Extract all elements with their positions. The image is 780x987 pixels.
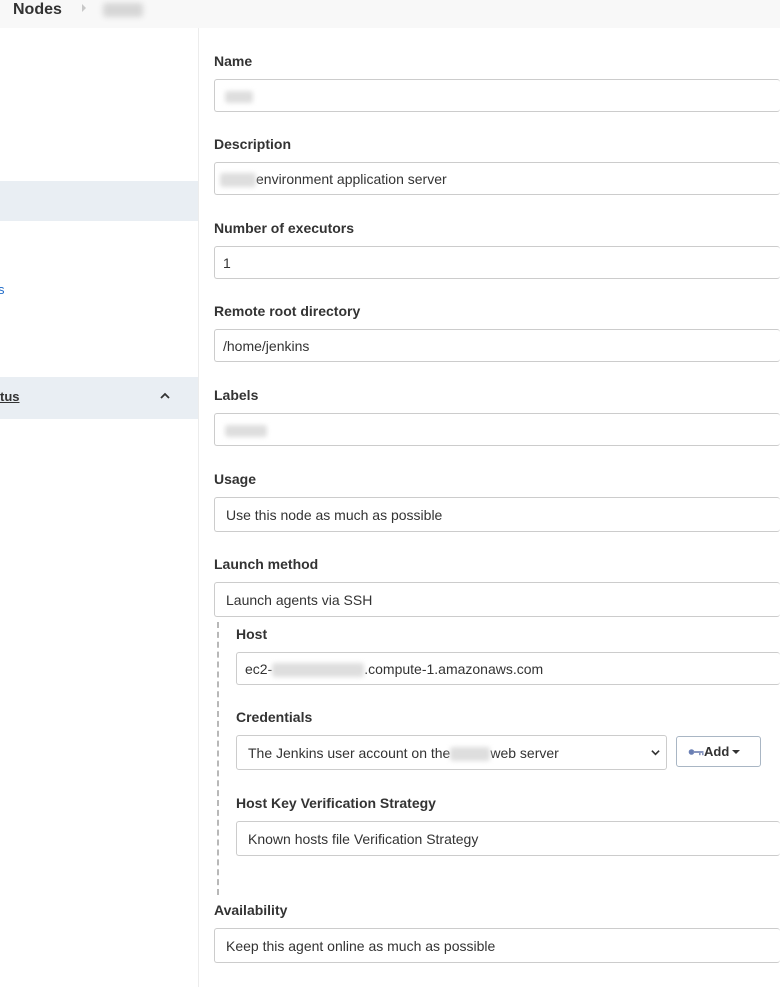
executors-input[interactable]: 1: [214, 246, 780, 279]
credentials-label: Credentials: [236, 709, 313, 725]
availability-selected: Keep this agent online as much as possib…: [226, 938, 496, 954]
host-value-redacted: [272, 663, 365, 678]
launch-method-selected: Launch agents via SSH: [226, 592, 373, 608]
sidebar-section-label[interactable]: tus: [0, 389, 20, 404]
description-value-redacted: [220, 173, 256, 188]
sidebar-item-active[interactable]: [0, 181, 198, 221]
remote-root-value: /home/jenkins: [223, 338, 310, 354]
availability-select[interactable]: Keep this agent online as much as possib…: [214, 928, 780, 963]
host-key-strategy-label: Host Key Verification Strategy: [236, 795, 436, 811]
usage-selected: Use this node as much as possible: [226, 507, 443, 523]
breadcrumb-nodes-link[interactable]: Nodes: [13, 1, 62, 19]
caret-down-icon: [732, 750, 740, 754]
launch-method-select[interactable]: Launch agents via SSH: [214, 582, 780, 617]
labels-input[interactable]: [214, 413, 780, 446]
credentials-select[interactable]: The Jenkins user account on the web serve…: [236, 735, 667, 770]
labels-label: Labels: [214, 387, 259, 403]
usage-select[interactable]: Use this node as much as possible: [214, 497, 780, 532]
chevron-right-icon: [82, 4, 86, 12]
breadcrumb: Nodes: [0, 0, 780, 28]
name-input[interactable]: [214, 79, 780, 112]
host-label: Host: [236, 626, 268, 642]
remote-root-input[interactable]: /home/jenkins: [214, 329, 780, 362]
description-input[interactable]: environment application server: [214, 162, 780, 195]
availability-label: Availability: [214, 902, 288, 918]
chevron-down-icon: [651, 750, 660, 756]
launch-method-label: Launch method: [214, 556, 319, 572]
host-value-suffix: .compute-1.amazonaws.com: [364, 661, 544, 677]
breadcrumb-node-name-link[interactable]: [103, 3, 143, 17]
description-value: environment application server: [256, 171, 447, 187]
add-button-label: Add: [704, 744, 730, 759]
usage-label: Usage: [214, 471, 257, 487]
host-key-strategy-selected: Known hosts file Verification Strategy: [248, 831, 479, 847]
name-value-redacted: [225, 91, 253, 104]
host-input[interactable]: ec2- .compute-1.amazonaws.com: [236, 652, 780, 685]
executors-value: 1: [223, 255, 231, 271]
key-icon: [688, 749, 704, 756]
host-key-strategy-select[interactable]: Known hosts file Verification Strategy: [236, 821, 780, 856]
credentials-selected-prefix: The Jenkins user account on the: [248, 745, 451, 761]
labels-value-redacted: [225, 425, 267, 438]
name-label: Name: [214, 53, 253, 69]
credentials-redacted: [450, 747, 491, 762]
sidebar: s tus: [0, 28, 199, 987]
executors-label: Number of executors: [214, 220, 355, 236]
description-label: Description: [214, 136, 292, 152]
add-credentials-button[interactable]: Add: [676, 736, 761, 767]
credentials-selected-suffix: web server: [490, 745, 559, 761]
sidebar-section-status[interactable]: tus: [0, 377, 198, 419]
sidebar-link[interactable]: s: [0, 282, 5, 297]
chevron-up-icon[interactable]: [160, 391, 170, 401]
nested-config-guide: [217, 622, 219, 895]
remote-root-label: Remote root directory: [214, 303, 361, 319]
host-value-prefix: ec2-: [245, 661, 273, 677]
